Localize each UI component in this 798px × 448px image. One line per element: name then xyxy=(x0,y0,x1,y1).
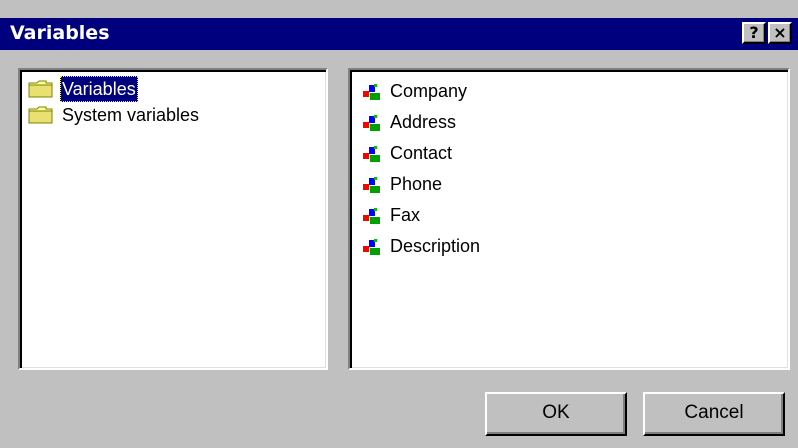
variable-icon xyxy=(363,177,380,193)
variable-icon xyxy=(363,146,380,162)
list-item-label: Fax xyxy=(390,205,421,225)
list-item-label: Description xyxy=(390,236,481,256)
variable-icon xyxy=(363,115,380,131)
help-button[interactable]: ? xyxy=(742,22,766,44)
variables-dialog: Variables ? × Variables System variables xyxy=(0,0,798,448)
variable-list[interactable]: Company Address Contact Phone Fax Descri… xyxy=(348,68,790,370)
list-item-label: Company xyxy=(390,81,468,101)
variable-icon xyxy=(363,239,380,255)
variable-group-tree[interactable]: Variables System variables xyxy=(18,68,328,370)
window-title: Variables xyxy=(10,22,110,44)
list-item-label: Phone xyxy=(390,174,443,194)
ok-button[interactable]: OK xyxy=(485,392,627,436)
list-item-label: Address xyxy=(390,112,457,132)
tree-item-label: Variables xyxy=(60,76,138,102)
cancel-button[interactable]: Cancel xyxy=(643,392,785,436)
tree-item-label: System variables xyxy=(62,105,200,125)
folder-icon xyxy=(28,106,53,124)
variable-icon xyxy=(363,208,380,224)
variable-icon xyxy=(363,84,380,100)
close-button[interactable]: × xyxy=(768,22,792,44)
title-bar[interactable]: Variables ? × xyxy=(0,18,798,50)
folder-icon xyxy=(28,80,53,98)
list-item-label: Contact xyxy=(390,143,453,163)
